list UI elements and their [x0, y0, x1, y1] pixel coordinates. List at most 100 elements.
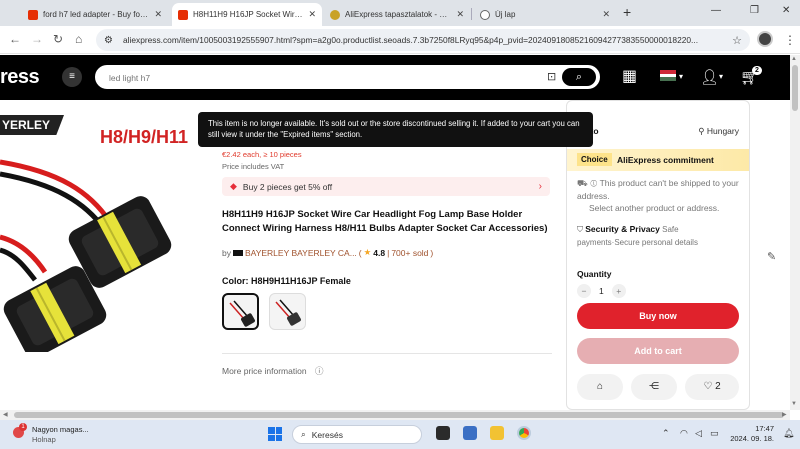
tab-title: ford h7 led adapter - Buy ford h7 led ad… [43, 10, 149, 19]
cart-count-badge: 2 [752, 66, 762, 75]
color-swatch-female[interactable] [222, 293, 259, 330]
window-close-icon[interactable]: ✕ [782, 5, 790, 16]
share-button[interactable]: ⋲ [631, 374, 677, 400]
tab-ford-h7[interactable]: ford h7 led adapter - Buy ford h7 led ad… [22, 3, 168, 26]
page-vertical-scrollbar[interactable]: ▲ ▼ [790, 55, 800, 410]
taskbar-search[interactable]: ⌕ Keresés [292, 425, 422, 444]
minimize-icon[interactable]: — [711, 5, 721, 16]
scroll-down-icon[interactable]: ▼ [791, 401, 797, 407]
chevron-down-icon[interactable]: ▾ [679, 72, 683, 81]
prohardver-icon [330, 9, 340, 20]
choice-commitment: AliExpress commitment [617, 155, 714, 165]
windows-start-icon[interactable] [268, 427, 282, 441]
decrease-button[interactable]: − [577, 284, 591, 298]
pencil-icon[interactable]: ✎ [767, 250, 776, 263]
widgets-icon[interactable] [463, 426, 477, 440]
chrome-icon[interactable] [517, 426, 531, 440]
by-label: by [222, 247, 231, 258]
user-icon[interactable]: 👤︎ [700, 68, 719, 86]
tab-prohardver[interactable]: AliExpress tapasztalatok - PROHARDVER ✕ [324, 3, 470, 26]
ship-country[interactable]: ⚲ Hungary [698, 126, 739, 137]
site-header: ress ≡ ⊡ ⌕ ▦ ▾ 👤︎ ▾ 🛒︎ 2 [0, 55, 790, 100]
wifi-icon[interactable]: ◠ [680, 428, 688, 439]
security-title: Security & Privacy [585, 224, 660, 234]
scrollbar-thumb[interactable] [792, 65, 798, 111]
weather-widget[interactable]: Nagyon magas... Holnap [32, 425, 89, 445]
close-icon[interactable]: ✕ [456, 9, 464, 20]
chevron-up-icon[interactable]: ⌃ [662, 428, 670, 439]
scrollbar-thumb[interactable] [14, 412, 784, 418]
wishlist-button[interactable]: ♡ 2 [685, 374, 739, 400]
bookmark-star-icon[interactable]: ☆ [732, 34, 742, 47]
quantity-value[interactable]: 1 [599, 286, 604, 296]
paren-open: ( [358, 247, 362, 258]
reload-icon[interactable]: ↻ [53, 32, 63, 46]
product-title: H8H11H9 H16JP Socket Wire Car Headlight … [222, 209, 548, 234]
search-box: ⊡ ⌕ [95, 65, 600, 89]
tab-divider [471, 8, 472, 20]
store-logo [232, 249, 243, 256]
home-icon[interactable]: ⌂ [75, 32, 82, 46]
security-privacy[interactable]: ⛉ Security & Privacy Safe payments·Secur… [577, 223, 747, 249]
battery-icon[interactable]: ▭ [710, 428, 719, 439]
page-horizontal-scrollbar[interactable]: ◀ ▶ [0, 410, 790, 420]
globe-icon [480, 9, 490, 20]
tab-product[interactable]: H8H11H9 H16JP Socket Wire Car Headlight … [172, 3, 322, 26]
more-price-link[interactable]: More price information ⓘ [222, 365, 323, 377]
notifications-bell-icon[interactable]: 🔔︎ [783, 428, 794, 439]
swatch-thumbnail [275, 299, 301, 326]
file-explorer-icon[interactable] [490, 426, 504, 440]
tab-new[interactable]: Új lap ✕ [474, 3, 616, 26]
country-name: Hungary [706, 126, 739, 136]
close-icon[interactable]: ✕ [308, 9, 316, 20]
tab-title: Új lap [495, 10, 516, 19]
qr-code-icon[interactable]: ▦ [622, 66, 637, 86]
clock[interactable]: 17:47 2024. 09. 18. [730, 424, 774, 444]
aliexpress-icon [178, 9, 188, 20]
address-bar[interactable]: ⚙ aliexpress.com/item/1005003192555907.h… [96, 29, 750, 51]
search-icon: ⌕ [301, 429, 306, 439]
task-view-icon[interactable] [436, 426, 450, 440]
tab-title: H8H11H9 H16JP Socket Wire Car Headlight … [193, 10, 303, 19]
image-search-icon[interactable]: ⊡ [547, 70, 556, 83]
expired-item-tooltip: This item is no longer available. It's s… [198, 112, 593, 147]
tab-title: AliExpress tapasztalatok - PROHARDVER [345, 10, 451, 19]
buy-now-button[interactable]: Buy now [577, 303, 739, 329]
close-icon[interactable]: ✕ [154, 9, 162, 20]
browser-menu-icon[interactable]: ⋮ [784, 33, 796, 47]
choice-banner[interactable]: Choice AliExpress commitment [567, 149, 749, 171]
scroll-right-icon[interactable]: ▶ [782, 411, 787, 418]
product-image[interactable]: YERLEY H8/H9/H11 [0, 112, 205, 352]
search-input[interactable] [109, 71, 529, 85]
color-swatch-alt[interactable] [269, 293, 306, 330]
forward-icon[interactable]: → [31, 32, 43, 46]
share-icon: ⋲ [649, 381, 659, 392]
chevron-down-icon[interactable]: ▾ [719, 72, 723, 81]
increase-button[interactable]: + [611, 284, 626, 298]
promo-banner[interactable]: ◆ Buy 2 pieces get 5% off › [222, 177, 550, 196]
info-icon: ⓘ [314, 366, 324, 376]
scroll-left-icon[interactable]: ◀ [3, 411, 8, 418]
store-button[interactable]: ⌂ [577, 374, 623, 400]
star-icon: ★ [363, 247, 372, 257]
truck-icon: ⛟ [577, 178, 588, 188]
site-settings-icon[interactable]: ⚙ [104, 35, 113, 46]
quantity-label: Quantity [577, 269, 612, 279]
new-tab-button[interactable]: + [623, 4, 631, 20]
restore-icon[interactable]: ❐ [750, 5, 759, 16]
category-menu-button[interactable]: ≡ [62, 67, 82, 87]
clock-time: 17:47 [755, 424, 774, 433]
bulk-price: €2.42 each, ≥ 10 pieces [222, 150, 302, 159]
aliexpress-logo[interactable]: ress [0, 66, 40, 89]
close-icon[interactable]: ✕ [602, 9, 610, 20]
search-button[interactable]: ⌕ [562, 68, 596, 86]
hungary-flag-icon[interactable] [660, 70, 676, 81]
back-icon[interactable]: ← [9, 32, 21, 46]
profile-avatar[interactable] [757, 31, 773, 47]
add-to-cart-button[interactable]: Add to cart [577, 338, 739, 364]
taskbar: 1 Nagyon magas... Holnap ⌕ Keresés ⌃ ◠ ◁… [0, 420, 800, 449]
volume-icon[interactable]: ◁ [695, 428, 702, 439]
section-divider [222, 353, 552, 354]
store-link[interactable]: BAYERLEY BAYERLEY CA... [245, 248, 357, 258]
scroll-up-icon[interactable]: ▲ [791, 56, 797, 62]
